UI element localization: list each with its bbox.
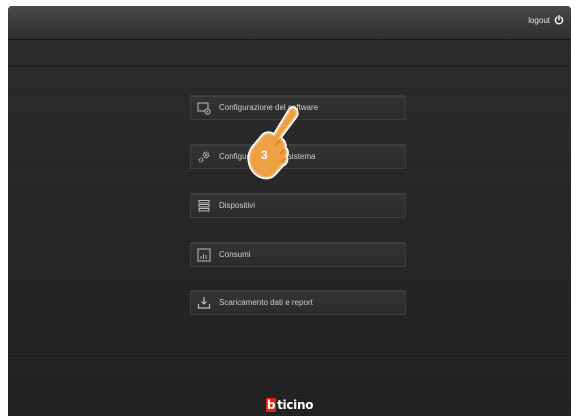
stack-icon [197, 199, 211, 213]
tutorial-pointer-hand-icon: 3 [244, 104, 302, 185]
menu-item-consumption[interactable]: Consumi [190, 242, 406, 267]
brand-logo-text: ticino [277, 398, 314, 412]
logout-label: logout [528, 15, 550, 25]
logout-button[interactable]: logout [528, 15, 564, 25]
divider [8, 356, 571, 357]
download-icon [197, 296, 211, 310]
menu-item-devices[interactable]: Dispositivi [190, 193, 406, 218]
menu-item-label: Scaricamento dati e report [219, 298, 313, 307]
step-number: 3 [261, 148, 268, 162]
gears-icon [197, 150, 211, 164]
top-bar: logout [8, 6, 571, 40]
bar-chart-icon [197, 248, 211, 262]
app-frame: logout Configurazione del software Confi… [8, 6, 571, 416]
menu-item-download-report[interactable]: Scaricamento dati e report [190, 290, 406, 315]
divider [8, 66, 571, 67]
brand-logo: b ticino [8, 398, 571, 416]
menu-item-label: Consumi [219, 250, 251, 259]
menu-item-label: Dispositivi [219, 201, 256, 210]
brand-logo-mark: b [265, 398, 277, 412]
power-icon [554, 15, 564, 25]
monitor-settings-icon [197, 101, 211, 115]
